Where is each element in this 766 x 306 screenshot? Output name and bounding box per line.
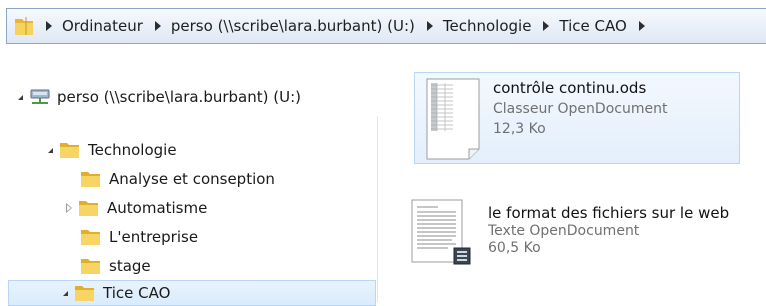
expand-arrow-icon[interactable] xyxy=(18,94,23,100)
file-type: Classeur OpenDocument xyxy=(493,101,668,117)
navigation-pane: perso (\\scribe\lara.burbant) (U:) Techn… xyxy=(0,44,378,306)
folder-icon xyxy=(60,143,79,158)
breadcrumb-ordinateur[interactable]: Ordinateur xyxy=(61,17,144,35)
tree-item-label: perso (\\scribe\lara.burbant) (U:) xyxy=(57,88,301,106)
tree-item-entreprise[interactable]: L'entreprise xyxy=(80,224,198,250)
folder-icon xyxy=(15,17,33,35)
tree-item-automatisme[interactable]: Automatisme xyxy=(66,195,207,221)
breadcrumb-separator-icon[interactable] xyxy=(154,21,161,31)
breadcrumb-tice-cao[interactable]: Tice CAO xyxy=(558,17,627,35)
tree-item-tice-cao[interactable]: Tice CAO xyxy=(8,280,376,306)
folder-icon xyxy=(79,201,98,216)
tree-item-analyse[interactable]: Analyse et conseption xyxy=(80,166,275,192)
tree-item-label: stage xyxy=(109,257,151,275)
file-tile-format-fichiers-web[interactable]: le format des fichiers sur le web Texte … xyxy=(408,196,766,270)
collapsed-arrow-icon[interactable] xyxy=(66,203,72,213)
tree-item-label: L'entreprise xyxy=(109,228,199,246)
file-name: contrôle continu.ods xyxy=(493,79,647,97)
folder-icon xyxy=(81,259,100,274)
tree-item-label: Automatisme xyxy=(107,199,208,217)
tree-item-label: Technologie xyxy=(88,141,177,159)
breadcrumb-separator-icon[interactable] xyxy=(426,21,433,31)
tree-item-label: Analyse et conseption xyxy=(109,170,275,188)
tree-item-technologie[interactable]: Technologie xyxy=(48,137,177,163)
breadcrumb-separator-icon[interactable] xyxy=(46,21,52,31)
tree-item-perso-drive[interactable]: perso (\\scribe\lara.burbant) (U:) xyxy=(18,84,301,110)
file-size: 60,5 Ko xyxy=(488,240,541,256)
file-type: Texte OpenDocument xyxy=(488,223,640,239)
spreadsheet-document-icon xyxy=(426,78,480,160)
breadcrumb-expand-icon[interactable] xyxy=(638,21,645,31)
file-size: 12,3 Ko xyxy=(493,121,546,137)
file-name: le format des fichiers sur le web xyxy=(488,204,730,222)
breadcrumb-separator-icon[interactable] xyxy=(543,21,550,31)
folder-icon xyxy=(81,230,100,245)
file-tile-controle-continu[interactable]: contrôle continu.ods Classeur OpenDocume… xyxy=(414,72,740,164)
expand-arrow-icon[interactable] xyxy=(63,290,68,296)
expand-arrow-icon[interactable] xyxy=(48,147,53,153)
address-bar[interactable]: Ordinateur perso (\\scribe\lara.burbant)… xyxy=(6,8,766,44)
breadcrumb-perso[interactable]: perso (\\scribe\lara.burbant) (U:) xyxy=(170,17,416,35)
tree-item-stage[interactable]: stage xyxy=(80,253,151,279)
folder-icon xyxy=(75,286,94,301)
network-drive-icon xyxy=(30,89,50,104)
breadcrumb-technologie[interactable]: Technologie xyxy=(442,17,533,35)
folder-icon xyxy=(81,172,100,187)
tree-item-label: Tice CAO xyxy=(103,284,171,302)
text-document-icon xyxy=(411,199,471,265)
pane-divider xyxy=(377,116,378,302)
